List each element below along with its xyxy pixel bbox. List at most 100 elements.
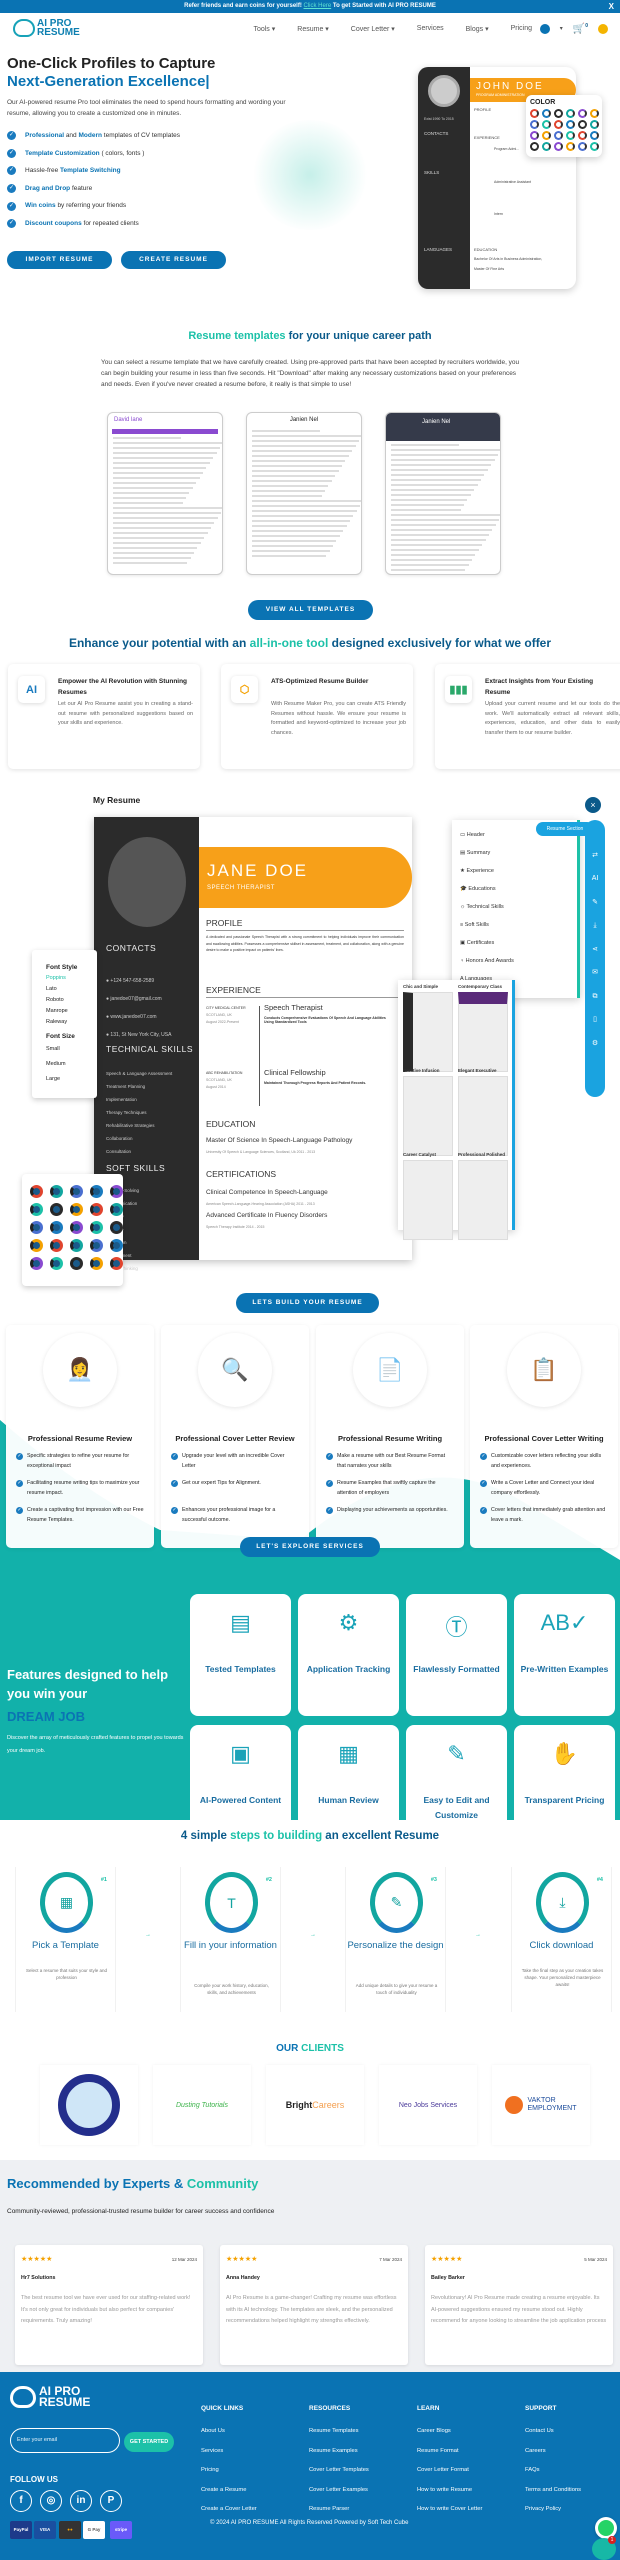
- color-swatch[interactable]: [590, 120, 599, 129]
- section-menu-item[interactable]: ☼ Technical Skills: [460, 898, 569, 916]
- feature-tile[interactable]: ✋ Transparent Pricing: [514, 1725, 615, 1847]
- color-swatch[interactable]: [110, 1203, 123, 1216]
- explore-services-button[interactable]: LET'S EXPLORE SERVICES: [240, 1537, 380, 1557]
- template-thumbnail[interactable]: [403, 1160, 453, 1240]
- color-swatch[interactable]: [70, 1203, 83, 1216]
- color-swatch[interactable]: [530, 142, 539, 151]
- font-style-option[interactable]: Poppins: [46, 973, 83, 984]
- font-style-option[interactable]: Lato: [46, 984, 83, 995]
- nav-item[interactable]: Blogs ▾: [466, 25, 489, 33]
- color-swatch[interactable]: [578, 131, 587, 140]
- footer-link[interactable]: Resume Examples: [309, 2442, 369, 2462]
- color-swatch[interactable]: [590, 131, 599, 140]
- nav-item[interactable]: Services: [417, 25, 444, 33]
- section-menu-item[interactable]: ★ Experience: [460, 862, 569, 880]
- nav-item[interactable]: Pricing: [511, 25, 532, 33]
- color-swatch[interactable]: [542, 131, 551, 140]
- color-swatch[interactable]: [50, 1239, 63, 1252]
- feature-tile[interactable]: ▣ AI-Powered Content: [190, 1725, 291, 1847]
- color-swatch[interactable]: [50, 1203, 63, 1216]
- color-swatch[interactable]: [50, 1221, 63, 1234]
- template-thumbnail[interactable]: [458, 1160, 508, 1240]
- logo[interactable]: AI PRO RESUME: [13, 19, 80, 38]
- instagram-icon[interactable]: ◎: [40, 2490, 62, 2512]
- get-started-button[interactable]: GET STARTED: [124, 2432, 174, 2452]
- color-swatch[interactable]: [590, 109, 599, 118]
- template-thumbnail[interactable]: [458, 992, 508, 1072]
- template-thumbnail[interactable]: [458, 1076, 508, 1156]
- color-swatch[interactable]: [530, 120, 539, 129]
- template-option-label[interactable]: Chic and Simple: [403, 984, 438, 989]
- service-card[interactable]: 👩‍💼 Professional Resume Review ✓ Specific s…: [6, 1325, 154, 1548]
- ai-icon[interactable]: AI: [585, 867, 605, 891]
- section-menu-item[interactable]: 🎓 Educations: [460, 880, 569, 898]
- footer-link[interactable]: How to write Resume: [417, 2481, 482, 2501]
- color-swatch[interactable]: [542, 120, 551, 129]
- service-card[interactable]: 🔍 Professional Cover Letter Review ✓ Upgrad…: [161, 1325, 309, 1548]
- chat-icon[interactable]: 1: [592, 2536, 616, 2560]
- template-card[interactable]: Janien Nel: [385, 412, 501, 575]
- color-swatch[interactable]: [566, 131, 575, 140]
- service-card[interactable]: 📄 Professional Resume Writing ✓ Make a resu…: [316, 1325, 464, 1548]
- footer-link[interactable]: Services: [201, 2442, 257, 2462]
- template-option-label[interactable]: Career Catalyst: [403, 1152, 436, 1157]
- font-size-option[interactable]: Large: [46, 1072, 83, 1087]
- section-menu-item[interactable]: ≡ Soft Skills: [460, 916, 569, 934]
- build-resume-button[interactable]: LETS BUILD YOUR RESUME: [236, 1293, 379, 1313]
- nav-item[interactable]: Cover Letter ▾: [351, 25, 395, 33]
- section-menu-item[interactable]: ♀ Honors And Awards: [460, 952, 569, 970]
- color-swatch[interactable]: [542, 142, 551, 151]
- template-card[interactable]: David lane: [107, 412, 223, 575]
- template-option-label[interactable]: Professional Polished: [458, 1152, 505, 1157]
- chevron-down-icon[interactable]: ▾: [560, 25, 563, 32]
- feature-tile[interactable]: ✎ Easy to Edit and Customize: [406, 1725, 507, 1847]
- settings-icon[interactable]: ⚙: [585, 1032, 605, 1056]
- footer-link[interactable]: Privacy Policy: [525, 2500, 581, 2520]
- color-swatch[interactable]: [50, 1185, 63, 1198]
- cart-icon[interactable]: 🛒0: [573, 23, 588, 34]
- feature-tile[interactable]: Ⓣ Flawlessly Formatted: [406, 1594, 507, 1716]
- template-option-label[interactable]: Contemporary Class: [458, 984, 502, 989]
- template-option-label[interactable]: Creative Infusion: [403, 1068, 440, 1073]
- footer-link[interactable]: Contact Us: [525, 2422, 581, 2442]
- footer-link[interactable]: Resume Templates: [309, 2422, 369, 2442]
- feature-tile[interactable]: ▤ Tested Templates: [190, 1594, 291, 1716]
- footer-link[interactable]: Create a Cover Letter: [201, 2500, 257, 2520]
- color-swatch[interactable]: [110, 1239, 123, 1252]
- footer-link[interactable]: Terms and Conditions: [525, 2481, 581, 2501]
- color-swatch[interactable]: [578, 120, 587, 129]
- footer-link[interactable]: Cover Letter Examples: [309, 2481, 369, 2501]
- color-swatch[interactable]: [70, 1185, 83, 1198]
- import-resume-button[interactable]: IMPORT RESUME: [7, 251, 112, 269]
- pinterest-icon[interactable]: P: [100, 2490, 122, 2512]
- color-swatch[interactable]: [30, 1239, 43, 1252]
- color-swatch[interactable]: [554, 131, 563, 140]
- linkedin-icon[interactable]: in: [70, 2490, 92, 2512]
- color-swatch[interactable]: [590, 142, 599, 151]
- color-swatch[interactable]: [90, 1203, 103, 1216]
- color-swatch[interactable]: [70, 1257, 83, 1270]
- color-swatch[interactable]: [530, 109, 539, 118]
- copy-icon[interactable]: ⧉: [585, 985, 605, 1009]
- email-input[interactable]: Enter your email: [10, 2428, 120, 2453]
- color-swatch[interactable]: [90, 1221, 103, 1234]
- nav-item[interactable]: Resume ▾: [297, 25, 329, 33]
- font-style-option[interactable]: Manrope: [46, 1006, 83, 1017]
- template-option-label[interactable]: Elegant Executive: [458, 1068, 497, 1073]
- color-swatch[interactable]: [554, 120, 563, 129]
- color-swatch[interactable]: [566, 142, 575, 151]
- color-swatch[interactable]: [566, 109, 575, 118]
- swap-icon[interactable]: ⇄: [585, 844, 605, 868]
- footer-link[interactable]: Cover Letter Format: [417, 2461, 482, 2481]
- footer-link[interactable]: About Us: [201, 2422, 257, 2442]
- nav-item[interactable]: Tools ▾: [253, 25, 275, 33]
- color-swatch[interactable]: [30, 1203, 43, 1216]
- close-icon[interactable]: ×: [585, 797, 601, 813]
- footer-link[interactable]: Resume Format: [417, 2442, 482, 2462]
- color-swatch[interactable]: [578, 109, 587, 118]
- section-menu-item[interactable]: ▤ Summary: [460, 844, 569, 862]
- color-swatch[interactable]: [50, 1257, 63, 1270]
- view-all-templates-button[interactable]: VIEW ALL TEMPLATES: [248, 600, 373, 620]
- color-swatch[interactable]: [554, 142, 563, 151]
- resume-editor-preview[interactable]: CONTACTS ● +124 547-658-2589 ● janedoe07@…: [94, 817, 412, 1271]
